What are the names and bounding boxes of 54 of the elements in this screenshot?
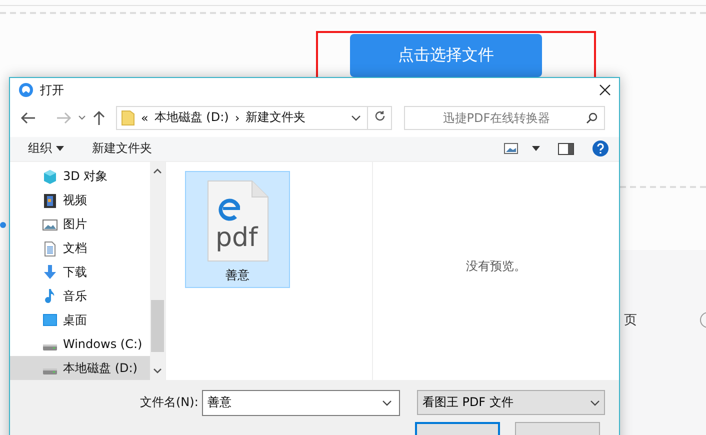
preview-message: 没有预览。 (466, 258, 526, 276)
new-folder-button[interactable]: 新建文件夹 (92, 140, 152, 158)
path-segment[interactable]: 新建文件夹 (246, 109, 306, 126)
refresh-button[interactable] (368, 106, 392, 130)
dropdown-icon (590, 400, 600, 406)
nav-item[interactable]: 桌面 (10, 308, 150, 332)
page-text: 页 (624, 312, 637, 329)
up-button[interactable] (92, 110, 106, 126)
help-button[interactable] (592, 140, 609, 158)
caret-icon (532, 146, 540, 152)
window-title: 打开 (40, 82, 65, 99)
image-icon (42, 216, 58, 233)
view-button[interactable] (504, 143, 540, 154)
caret-icon (56, 146, 64, 152)
filename-field[interactable]: 善意 (202, 390, 400, 416)
nav-item[interactable]: Windows (C:) (10, 332, 150, 356)
back-button[interactable] (20, 110, 36, 125)
preview-pane-button[interactable] (558, 142, 574, 155)
dropdown-icon (351, 114, 361, 121)
document-icon (42, 240, 58, 257)
app-icon (18, 82, 34, 98)
dropdown-icon (382, 400, 392, 406)
cube-icon (42, 168, 58, 185)
drive-icon (42, 344, 58, 351)
nav-item[interactable]: 视频 (10, 188, 150, 213)
file-item[interactable]: pdf 善意 (185, 170, 290, 288)
dot-icon (0, 222, 6, 228)
desktop-icon (42, 312, 58, 328)
filename-label: 文件名(N): (140, 394, 198, 412)
search-field[interactable]: 迅捷PDF在线转换器 (404, 106, 605, 130)
nav-item[interactable]: 3D 对象 (10, 164, 150, 189)
nav-item[interactable]: 图片 (10, 212, 150, 237)
path-prefix: « (141, 110, 148, 125)
search-icon (586, 112, 598, 124)
scroll-down-icon (153, 368, 162, 374)
folder-icon (121, 110, 135, 126)
organize-button[interactable]: 组织 (28, 140, 64, 158)
path-segment[interactable]: 本地磁盘 (D:) (154, 109, 229, 126)
download-icon (42, 264, 58, 280)
nav-item[interactable]: 下载 (10, 260, 150, 284)
nav-item[interactable]: 音乐 (10, 284, 150, 308)
scrollbar-thumb[interactable] (151, 300, 164, 352)
scrollbar[interactable] (150, 162, 165, 380)
nav-item[interactable]: 本地磁盘 (D:) (10, 356, 150, 380)
pdf-file-icon: pdf (206, 178, 270, 263)
nav-item[interactable]: 文档 (10, 236, 150, 261)
path-separator: › (234, 110, 240, 125)
film-icon (42, 192, 58, 209)
drive-icon (42, 368, 58, 375)
history-button[interactable] (78, 114, 86, 121)
scroll-up-icon (153, 168, 162, 174)
refresh-icon (374, 110, 386, 122)
address-bar[interactable]: « 本地磁盘 (D:) › 新建文件夹 (116, 106, 368, 130)
file-type-dropdown[interactable]: 看图王 PDF 文件 (417, 390, 606, 416)
